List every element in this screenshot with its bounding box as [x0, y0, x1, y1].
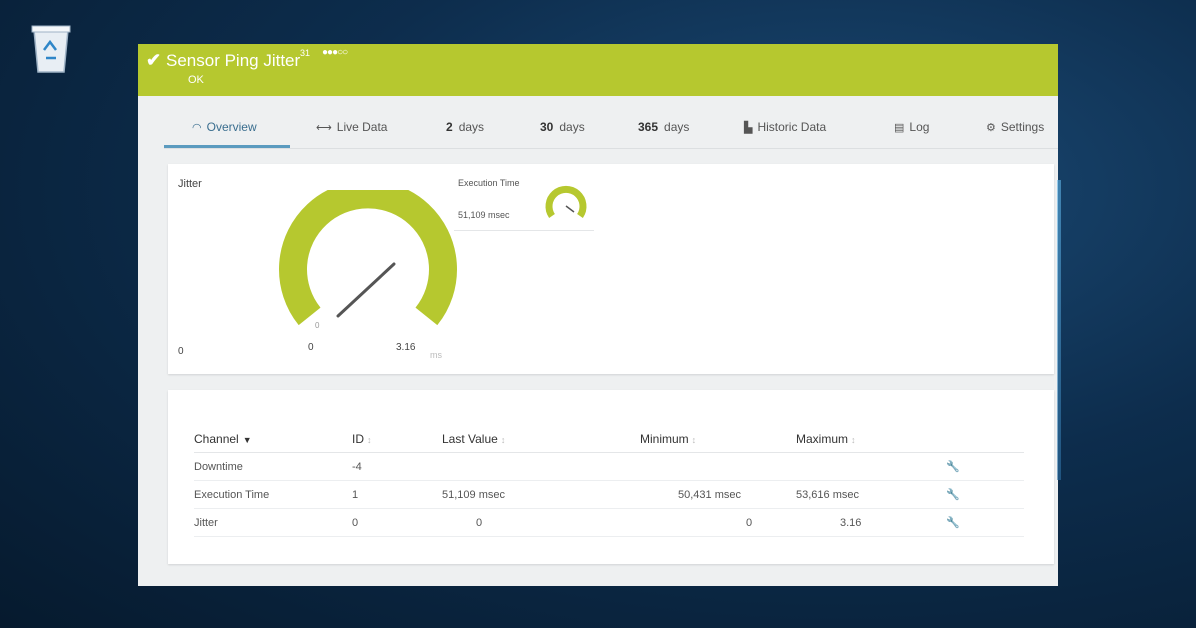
- tab-30-days[interactable]: 30 days: [540, 120, 585, 134]
- active-tab-indicator: [164, 145, 290, 148]
- cell-min: [640, 452, 796, 481]
- cell-actions: 🔧: [946, 508, 1024, 537]
- desktop-light-edge: [1057, 180, 1061, 480]
- sort-icon: ↕: [851, 435, 856, 445]
- jitter-max-label: 3.16: [396, 342, 416, 353]
- wrench-icon[interactable]: 🔧: [946, 517, 960, 529]
- check-icon: ✔: [146, 50, 162, 70]
- execution-time-gauge: [545, 185, 587, 218]
- live-data-icon: ⟷: [316, 122, 332, 134]
- col-maximum[interactable]: Maximum ↕: [796, 424, 946, 453]
- cell-last: 51,109 msec: [442, 480, 640, 509]
- status-text: OK: [188, 74, 204, 86]
- log-icon: ▤: [894, 122, 905, 134]
- svg-text:0: 0: [315, 321, 320, 330]
- jitter-min-label: 0: [308, 342, 314, 353]
- cell-channel[interactable]: Downtime: [194, 452, 352, 481]
- gauge-icon: ◠: [192, 122, 202, 134]
- tab-overview[interactable]: ◠ Overview: [192, 120, 257, 134]
- table-row[interactable]: Downtime -4 🔧: [194, 452, 1024, 481]
- col-channel[interactable]: Channel ▼: [194, 424, 352, 453]
- jitter-left-value: 0: [178, 346, 184, 357]
- tab-live-data[interactable]: ⟷ Live Data: [316, 120, 387, 134]
- tab-settings[interactable]: ⚙ Settings: [986, 120, 1044, 134]
- cell-max: [796, 452, 946, 481]
- col-actions: [946, 424, 1024, 453]
- tab-historic-data[interactable]: ▙ Historic Data: [744, 120, 826, 134]
- sensor-title-sup: 31: [300, 48, 311, 58]
- col-id[interactable]: ID ↕: [352, 424, 442, 453]
- table-row[interactable]: Jitter 0 0 0 3.16 🔧: [194, 508, 1024, 537]
- gauges-panel: Jitter 0 0 0 3.16 ms Execution Time 51,1…: [168, 164, 1054, 374]
- cell-min: 50,431 msec: [640, 480, 796, 509]
- wrench-icon[interactable]: 🔧: [946, 461, 960, 473]
- channels-panel: Channel ▼ ID ↕ Last Value ↕ Minimum ↕ Maximu…: [168, 390, 1054, 564]
- jitter-unit-label: ms: [430, 350, 442, 360]
- tab-bar: ◠ Overview ⟷ Live Data 2 days 30 days 365 day…: [164, 108, 1058, 149]
- priority-stars[interactable]: ●●●○○: [322, 47, 348, 58]
- cell-last: [442, 452, 640, 481]
- tab-365-days[interactable]: 365 days: [638, 120, 689, 134]
- jitter-gauge[interactable]: 0: [278, 190, 458, 330]
- cell-max: 3.16: [796, 508, 946, 537]
- wrench-icon[interactable]: 🔧: [946, 489, 960, 501]
- sensor-title: Sensor Ping Jitter: [166, 51, 301, 70]
- recycle-bin-icon[interactable]: [26, 22, 76, 76]
- chart-icon: ▙: [744, 122, 753, 134]
- sensor-window: ✔ Sensor Ping Jitter 31 ●●●○○ OK ◠ Overvi…: [138, 44, 1058, 586]
- cell-actions: 🔧: [946, 452, 1024, 481]
- col-last-value[interactable]: Last Value ↕: [442, 424, 640, 453]
- cell-min: 0: [640, 508, 796, 537]
- cell-id: 0: [352, 508, 442, 537]
- execution-time-gauge-tile[interactable]: Execution Time 51,109 msec: [454, 174, 594, 231]
- execution-time-value: 51,109 msec: [458, 210, 510, 220]
- jitter-gauge-label: Jitter: [178, 178, 202, 190]
- cell-max: 53,616 msec: [796, 480, 946, 509]
- table-row[interactable]: Execution Time 1 51,109 msec 50,431 msec…: [194, 480, 1024, 509]
- tab-log[interactable]: ▤ Log: [894, 120, 929, 134]
- sort-icon: ↕: [500, 435, 506, 445]
- cell-channel[interactable]: Jitter: [194, 508, 352, 537]
- col-minimum[interactable]: Minimum ↕: [640, 424, 796, 453]
- cell-id: -4: [352, 452, 442, 481]
- cell-channel[interactable]: Execution Time: [194, 480, 352, 509]
- sort-icon: ↕: [691, 435, 697, 445]
- tab-2-days[interactable]: 2 days: [446, 120, 484, 134]
- cell-id: 1: [352, 480, 442, 509]
- sort-down-icon: ▼: [242, 435, 252, 445]
- execution-time-label: Execution Time: [458, 178, 520, 188]
- gear-icon: ⚙: [986, 122, 996, 134]
- channels-table: Channel ▼ ID ↕ Last Value ↕ Minimum ↕ Maximu…: [194, 424, 1024, 537]
- sensor-header: ✔ Sensor Ping Jitter 31 ●●●○○ OK: [138, 44, 1058, 96]
- cell-last: 0: [442, 508, 640, 537]
- sort-icon: ↕: [367, 435, 372, 445]
- cell-actions: 🔧: [946, 480, 1024, 509]
